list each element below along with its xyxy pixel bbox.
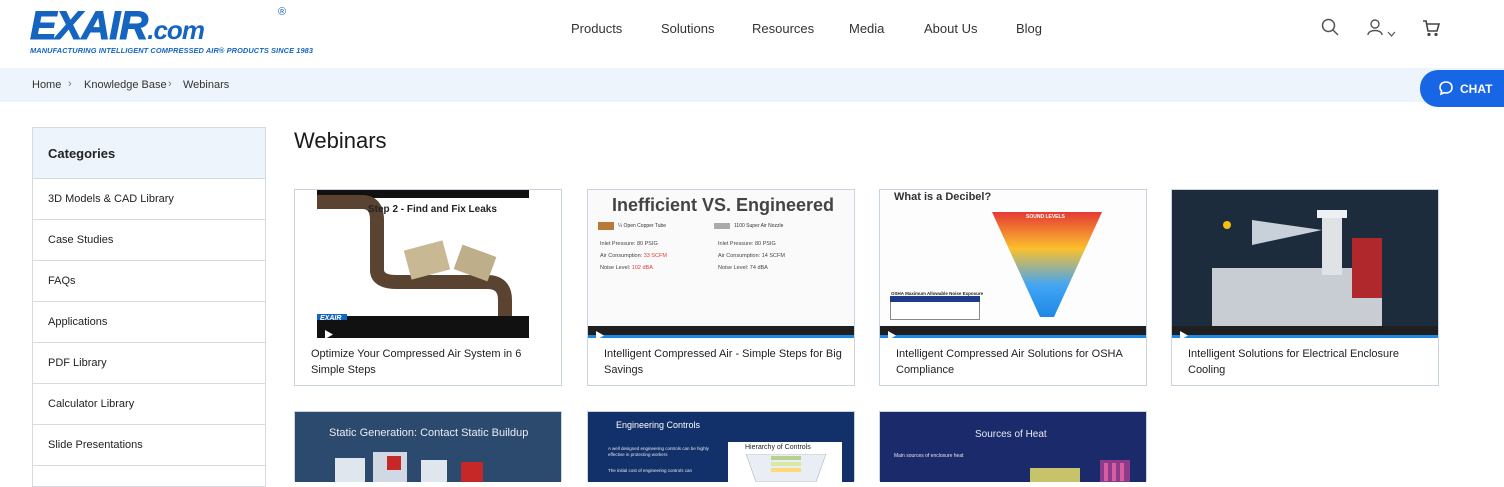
webinar-card[interactable]: Inefficient VS. Engineered ¼ Open Copper… — [587, 189, 855, 386]
breadcrumb-separator-icon: › — [68, 78, 72, 90]
category-item[interactable]: Slide Presentations — [33, 425, 265, 466]
nav-solutions[interactable]: Solutions — [661, 21, 714, 36]
exair-logo[interactable]: EXAIR.com ® MANUFACTURING INTELLIGENT CO… — [29, 6, 313, 56]
nav-media[interactable]: Media — [849, 21, 884, 36]
webinar-card[interactable]: Engineering Controls A well designed eng… — [587, 411, 855, 482]
site-header: EXAIR.com ® MANUFACTURING INTELLIGENT CO… — [0, 0, 1504, 68]
category-item[interactable]: Applications — [33, 302, 265, 343]
video-thumbnail[interactable] — [1172, 190, 1438, 338]
chat-button[interactable]: CHAT — [1420, 70, 1504, 107]
search-icon[interactable] — [1321, 18, 1339, 41]
video-thumbnail[interactable]: Step 2 - Find and Fix Leaks EXAIR — [295, 190, 561, 338]
webinar-card[interactable]: Step 2 - Find and Fix Leaks EXAIR Optimi… — [294, 189, 562, 386]
chat-bubble-icon — [1438, 80, 1454, 99]
category-item[interactable]: Calculator Library — [33, 384, 265, 425]
page-title: Webinars — [294, 128, 387, 153]
breadcrumb: Home › Knowledge Base › Webinars — [0, 68, 1504, 102]
category-item[interactable]: PDF Library — [33, 343, 265, 384]
breadcrumb-knowledge-base[interactable]: Knowledge Base — [84, 79, 167, 91]
play-icon[interactable] — [1180, 327, 1188, 338]
nav-products[interactable]: Products — [571, 21, 622, 36]
play-icon[interactable] — [888, 327, 896, 338]
category-item[interactable]: 3D Models & CAD Library — [33, 179, 265, 220]
categories-heading: Categories — [33, 128, 265, 179]
categories-sidebar: Categories 3D Models & CAD Library Case … — [32, 127, 266, 487]
nav-blog[interactable]: Blog — [1016, 21, 1042, 36]
video-thumbnail[interactable]: Static Generation: Contact Static Buildu… — [295, 412, 561, 482]
nav-resources[interactable]: Resources — [752, 21, 814, 36]
webinar-card[interactable]: Intelligent Solutions for Electrical Enc… — [1171, 189, 1439, 386]
video-thumbnail[interactable]: Inefficient VS. Engineered ¼ Open Copper… — [588, 190, 854, 338]
user-icon[interactable] — [1366, 18, 1384, 41]
copper-tube-icon — [598, 219, 614, 237]
category-item[interactable]: Case Studies — [33, 220, 265, 261]
webinar-card[interactable]: Static Generation: Contact Static Buildu… — [294, 411, 562, 482]
nozzle-icon — [714, 219, 730, 237]
chevron-down-icon[interactable] — [1387, 24, 1396, 42]
video-thumbnail[interactable]: What is a Decibel? SOUND LEVELS OSHA Max… — [880, 190, 1146, 338]
breadcrumb-webinars: Webinars — [183, 79, 230, 91]
webinar-card[interactable]: What is a Decibel? SOUND LEVELS OSHA Max… — [879, 189, 1147, 386]
webinar-card[interactable]: Sources of Heat Main sources of enclosur… — [879, 411, 1147, 482]
cart-icon[interactable] — [1422, 20, 1441, 42]
category-item[interactable]: FAQs — [33, 261, 265, 302]
play-icon[interactable] — [325, 326, 333, 338]
breadcrumb-home[interactable]: Home — [32, 79, 61, 91]
video-thumbnail[interactable]: Sources of Heat Main sources of enclosur… — [880, 412, 1146, 482]
nav-about-us[interactable]: About Us — [924, 21, 977, 36]
breadcrumb-separator-icon: › — [168, 78, 172, 90]
video-thumbnail[interactable]: Engineering Controls A well designed eng… — [588, 412, 854, 482]
play-icon[interactable] — [596, 327, 604, 338]
